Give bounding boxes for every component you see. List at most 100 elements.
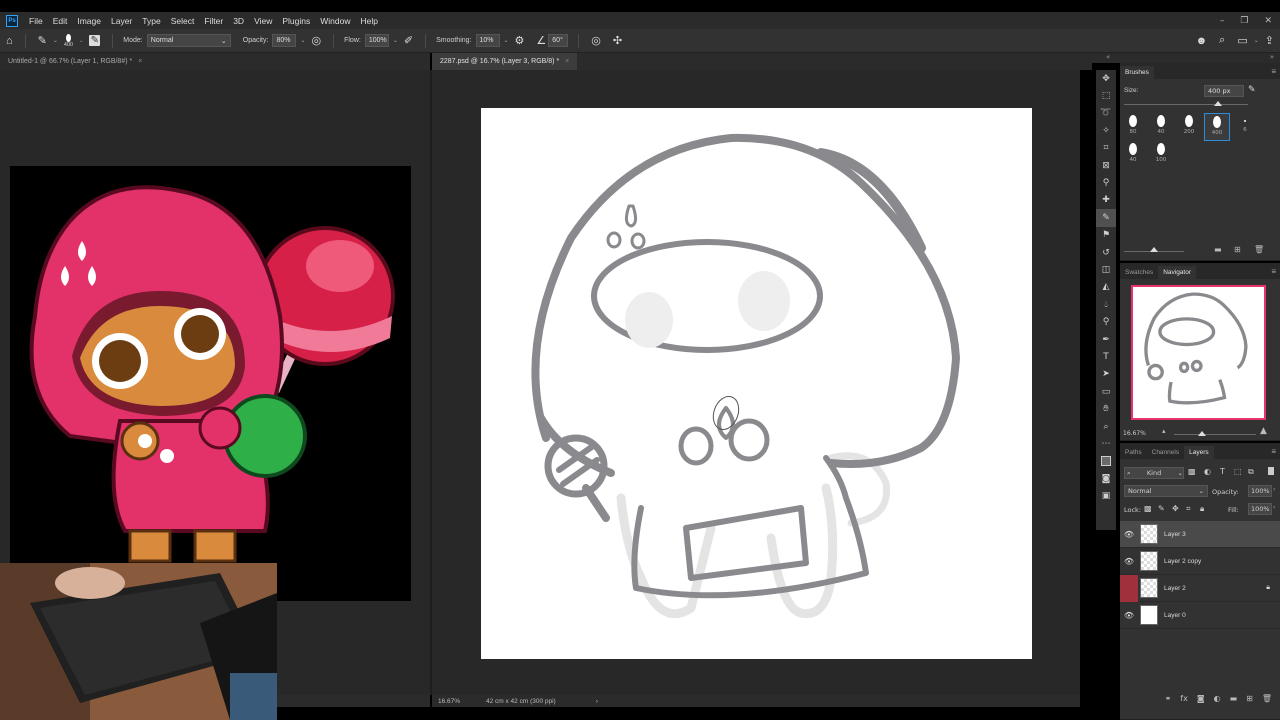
blur-tool-icon[interactable]: 💧︎: [1096, 296, 1116, 313]
chevron-right-icon[interactable]: ›: [1273, 486, 1275, 493]
screen-mode-icon[interactable]: ▣: [1096, 487, 1116, 504]
tab-channels[interactable]: Channels: [1147, 446, 1184, 459]
opacity-field[interactable]: 80%: [272, 34, 297, 47]
chevron-down-icon[interactable]: ⌄: [300, 37, 305, 44]
chevron-down-icon[interactable]: ⌄: [1254, 37, 1259, 44]
filter-adjustment-icon[interactable]: ◐: [1204, 467, 1211, 476]
eyedropper-tool-icon[interactable]: ⚲: [1096, 174, 1116, 191]
filter-pixel-icon[interactable]: ▩: [1188, 467, 1196, 476]
filter-smart-object-icon[interactable]: ⧉: [1248, 467, 1254, 477]
tab-brushes[interactable]: Brushes: [1120, 66, 1154, 79]
share-icon[interactable]: ⇪: [1265, 34, 1274, 47]
brush-preset[interactable]: 100: [1152, 143, 1170, 167]
close-icon[interactable]: ×: [138, 58, 142, 65]
chevron-right-icon[interactable]: ›: [596, 698, 598, 705]
menu-file[interactable]: File: [24, 16, 48, 26]
collapse-icon[interactable]: «: [1106, 53, 1110, 61]
menu-layer[interactable]: Layer: [106, 16, 137, 26]
add-mask-icon[interactable]: ◙: [1197, 694, 1205, 703]
main-document-area[interactable]: [432, 70, 1080, 695]
menu-select[interactable]: Select: [166, 16, 200, 26]
brush-settings-icon[interactable]: ✎: [1248, 85, 1260, 97]
trash-icon[interactable]: 🗑︎: [1262, 694, 1272, 703]
airbrush-icon[interactable]: ✐: [404, 34, 413, 47]
collapse-icon[interactable]: »: [1270, 53, 1274, 61]
menu-help[interactable]: Help: [355, 16, 382, 26]
adjustment-layer-icon[interactable]: ◐: [1214, 694, 1221, 703]
new-brush-icon[interactable]: ⊞: [1234, 245, 1241, 254]
menu-image[interactable]: Image: [72, 16, 106, 26]
lock-artboard-icon[interactable]: ⌗: [1186, 504, 1191, 514]
menu-3d[interactable]: 3D: [228, 16, 249, 26]
pressure-opacity-icon[interactable]: ◎: [311, 34, 321, 47]
slider-thumb[interactable]: [1214, 101, 1222, 106]
chevron-down-icon[interactable]: ⌄: [79, 38, 83, 44]
navigator-zoom-value[interactable]: 16.67%: [1123, 430, 1146, 437]
type-tool-icon[interactable]: T: [1096, 348, 1116, 365]
more-tools-icon[interactable]: ⋯: [1096, 435, 1116, 452]
eye-icon[interactable]: 👁︎: [1120, 611, 1138, 620]
document-tab-untitled[interactable]: Untitled-1 @ 66.7% (Layer 1, RGB/8#) * ×: [0, 53, 150, 70]
symmetry-icon[interactable]: ✣: [613, 34, 622, 47]
layer-style-icon[interactable]: fx: [1180, 694, 1188, 703]
eraser-tool-icon[interactable]: ◫: [1096, 261, 1116, 278]
filter-shape-icon[interactable]: ⬚: [1234, 467, 1242, 476]
smoothing-field[interactable]: 10%: [475, 34, 500, 47]
history-brush-tool-icon[interactable]: ↺: [1096, 244, 1116, 261]
panel-menu-icon[interactable]: ≡: [1271, 67, 1276, 76]
tab-swatches[interactable]: Swatches: [1120, 266, 1158, 279]
tab-navigator[interactable]: Navigator: [1158, 266, 1197, 279]
brush-preset[interactable]: 6: [1236, 115, 1254, 139]
filter-toggle[interactable]: [1268, 467, 1274, 475]
marquee-tool-icon[interactable]: ⬚: [1096, 87, 1116, 104]
zoom-out-icon[interactable]: ▴: [1162, 427, 1166, 435]
dodge-tool-icon[interactable]: ⚲: [1096, 313, 1116, 330]
menu-plugins[interactable]: Plugins: [277, 16, 315, 26]
chevron-right-icon[interactable]: ›: [1273, 504, 1275, 511]
lock-position-icon[interactable]: ✥: [1172, 504, 1179, 513]
new-layer-icon[interactable]: ⊞: [1246, 694, 1253, 703]
brush-tool-icon[interactable]: ✎: [38, 34, 47, 47]
menu-view[interactable]: View: [249, 16, 277, 26]
eye-icon[interactable]: 👁︎: [1120, 557, 1138, 566]
hand-tool-icon[interactable]: ✋︎: [1096, 400, 1116, 417]
minimize-button[interactable]: –: [1220, 16, 1225, 26]
slider-thumb[interactable]: [1150, 247, 1158, 252]
new-group-icon[interactable]: ▬: [1230, 694, 1238, 703]
brush-preset[interactable]: 40: [1152, 115, 1170, 139]
status-zoom[interactable]: 16.67%: [438, 698, 478, 705]
brush-size-field[interactable]: 400 px: [1204, 85, 1244, 97]
blend-mode-select[interactable]: Normal ⌄: [1124, 485, 1208, 497]
menu-edit[interactable]: Edit: [48, 16, 73, 26]
brush-size-slider[interactable]: [1124, 104, 1248, 105]
lasso-tool-icon[interactable]: ➰: [1096, 105, 1116, 122]
menu-filter[interactable]: Filter: [199, 16, 228, 26]
menu-type[interactable]: Type: [137, 16, 165, 26]
magic-wand-tool-icon[interactable]: ✧: [1096, 122, 1116, 139]
brush-tool-icon[interactable]: ✎: [1096, 209, 1116, 227]
home-icon[interactable]: ⌂: [6, 35, 13, 47]
fill-field[interactable]: 100%: [1248, 503, 1272, 515]
stamp-tool-icon[interactable]: ⚑: [1096, 227, 1116, 244]
chevron-down-icon[interactable]: ⌄: [504, 37, 509, 44]
lock-transparency-icon[interactable]: ▩: [1144, 504, 1152, 513]
layer-row-layer-3[interactable]: 👁︎ Layer 3: [1120, 521, 1280, 548]
layer-filter-select[interactable]: ⌕ Kind ⌄: [1124, 467, 1184, 479]
move-tool-icon[interactable]: ✥: [1096, 70, 1116, 87]
search-icon[interactable]: ⌕: [1219, 34, 1225, 47]
navigator-preview[interactable]: [1131, 285, 1266, 420]
restore-button[interactable]: ❐: [1240, 16, 1248, 26]
crop-tool-icon[interactable]: ⌗: [1096, 140, 1116, 157]
photoshop-logo-icon[interactable]: Ps: [6, 14, 18, 27]
slider-thumb[interactable]: [1198, 431, 1206, 436]
hidden-eye-icon[interactable]: [1120, 574, 1138, 602]
layer-opacity-field[interactable]: 100%: [1248, 485, 1272, 497]
frame-tool-icon[interactable]: ⊠: [1096, 157, 1116, 174]
chevron-down-icon[interactable]: ⌄: [393, 37, 398, 44]
paint-bucket-tool-icon[interactable]: ◭: [1096, 279, 1116, 296]
brush-preset[interactable]: 40: [1124, 143, 1142, 167]
path-selection-tool-icon[interactable]: ➤: [1096, 366, 1116, 383]
angle-field[interactable]: 60°: [548, 34, 569, 47]
pressure-size-icon[interactable]: ◎: [591, 34, 601, 47]
color-swatches-icon[interactable]: [1096, 453, 1116, 470]
